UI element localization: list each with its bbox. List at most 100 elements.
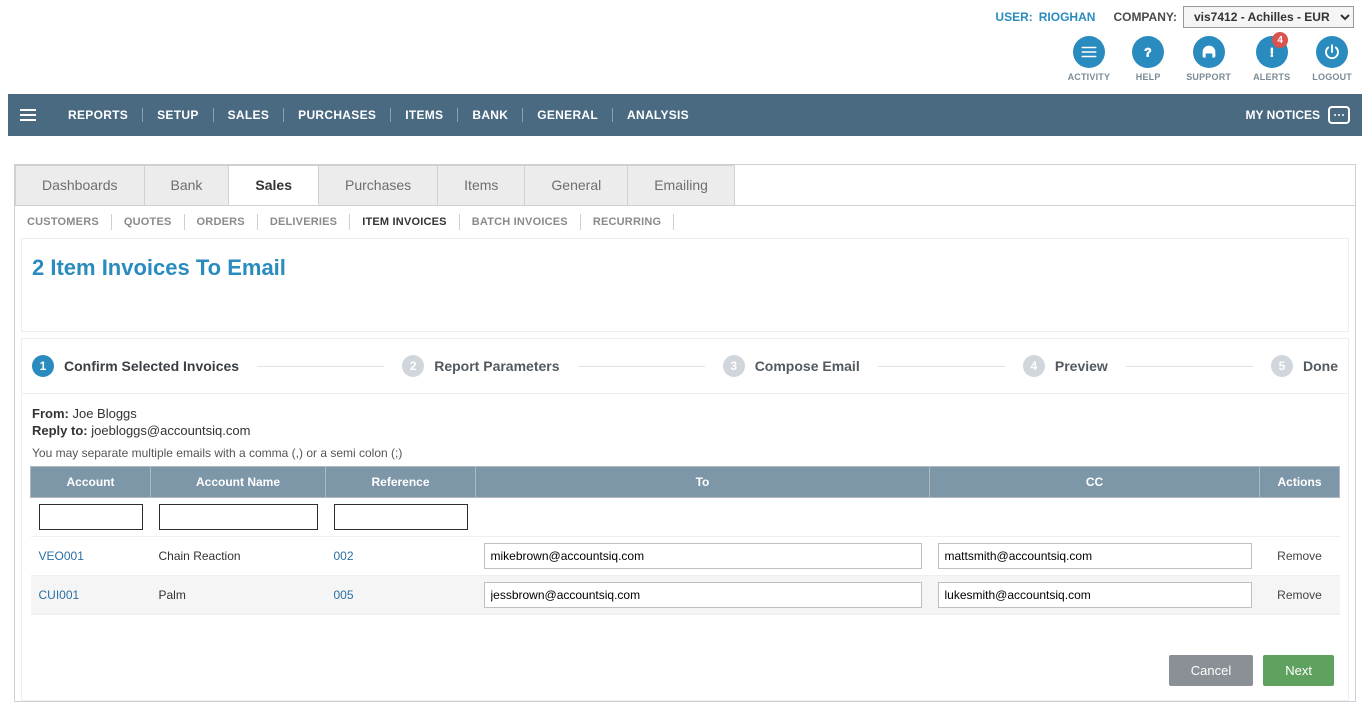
step-compose: 3 Compose Email (723, 355, 860, 377)
headset-icon (1193, 36, 1225, 68)
subnav-quotes[interactable]: QUOTES (112, 214, 185, 230)
step-preview: 4 Preview (1023, 355, 1108, 377)
subnav-customers[interactable]: CUSTOMERS (23, 214, 112, 230)
filter-account-name[interactable] (159, 504, 318, 530)
nav-general[interactable]: GENERAL (523, 108, 613, 122)
tab-sales[interactable]: Sales (228, 165, 319, 205)
logout-button[interactable]: LOGOUT (1312, 36, 1352, 82)
page-container: Dashboards Bank Sales Purchases Items Ge… (14, 164, 1356, 702)
support-button[interactable]: SUPPORT (1186, 36, 1231, 82)
help-button[interactable]: ? HELP (1132, 36, 1164, 82)
step-divider (878, 366, 1005, 367)
company-select[interactable]: vis7412 - Achilles - EUR (1183, 6, 1354, 28)
step-num-4: 4 (1023, 355, 1045, 377)
step-done: 5 Done (1271, 355, 1338, 377)
col-reference: Reference (326, 467, 476, 498)
nav-items[interactable]: ITEMS (391, 108, 458, 122)
step-label-2: Report Parameters (434, 358, 559, 374)
support-label: SUPPORT (1186, 72, 1231, 82)
invoice-table: Account Account Name Reference To CC Act… (30, 466, 1340, 615)
note-text: You may separate multiple emails with a … (32, 446, 1338, 460)
account-link[interactable]: CUI001 (39, 588, 80, 602)
account-name-cell: Chain Reaction (151, 537, 326, 576)
svg-text:!: ! (1270, 46, 1274, 60)
step-label-4: Preview (1055, 358, 1108, 374)
chat-icon (1328, 106, 1350, 124)
step-num-2: 2 (402, 355, 424, 377)
subnav-item-invoices[interactable]: ITEM INVOICES (350, 214, 460, 230)
nav-sales[interactable]: SALES (214, 108, 285, 122)
icon-toolbar: ACTIVITY ? HELP SUPPORT ! 4 ALERTS LOGOU… (0, 28, 1370, 94)
nav-bank[interactable]: BANK (458, 108, 523, 122)
step-num-1: 1 (32, 355, 54, 377)
from-value: Joe Bloggs (72, 406, 136, 421)
cc-input[interactable] (938, 582, 1252, 608)
nav-purchases[interactable]: PURCHASES (284, 108, 391, 122)
user-name: RIOGHAN (1039, 10, 1096, 24)
help-icon: ? (1132, 36, 1164, 68)
step-confirm: 1 Confirm Selected Invoices (32, 355, 239, 377)
reply-value: joebloggs@accountsiq.com (91, 423, 250, 438)
filter-account[interactable] (39, 504, 143, 530)
nav-analysis[interactable]: ANALYSIS (613, 108, 703, 122)
activity-label: ACTIVITY (1068, 72, 1111, 82)
details-block: From: Joe Bloggs Reply to: joebloggs@acc… (21, 394, 1349, 466)
user-label: USER: (995, 10, 1032, 24)
filter-reference[interactable] (334, 504, 468, 530)
table-row: CUI001 Palm 005 Remove (31, 576, 1340, 615)
page-title: 2 Item Invoices To Email (32, 255, 1338, 281)
to-input[interactable] (484, 582, 922, 608)
from-label: From: (32, 406, 69, 421)
step-num-5: 5 (1271, 355, 1293, 377)
menu-icon[interactable] (20, 109, 36, 121)
wizard-steps: 1 Confirm Selected Invoices 2 Report Par… (21, 338, 1349, 394)
nav-setup[interactable]: SETUP (143, 108, 214, 122)
subnav-deliveries[interactable]: DELIVERIES (258, 214, 350, 230)
action-row: Cancel Next (21, 615, 1349, 701)
svg-text:?: ? (1144, 46, 1151, 60)
tab-emailing[interactable]: Emailing (627, 165, 735, 205)
subnav-orders[interactable]: ORDERS (185, 214, 258, 230)
cancel-button[interactable]: Cancel (1169, 655, 1253, 686)
account-name-cell: Palm (151, 576, 326, 615)
subnav-recurring[interactable]: RECURRING (581, 214, 674, 230)
to-input[interactable] (484, 543, 922, 569)
activity-button[interactable]: ACTIVITY (1068, 36, 1111, 82)
alerts-button[interactable]: ! 4 ALERTS (1253, 36, 1290, 82)
col-account: Account (31, 467, 151, 498)
remove-link[interactable]: Remove (1277, 588, 1322, 602)
top-header: USER: RIOGHAN COMPANY: vis7412 - Achille… (0, 0, 1370, 28)
col-account-name: Account Name (151, 467, 326, 498)
tab-general[interactable]: General (524, 165, 628, 205)
tab-bank[interactable]: Bank (144, 165, 230, 205)
company-label: COMPANY: (1113, 10, 1177, 24)
my-notices-button[interactable]: MY NOTICES (1246, 106, 1350, 124)
col-actions: Actions (1260, 467, 1340, 498)
step-parameters: 2 Report Parameters (402, 355, 559, 377)
help-label: HELP (1136, 72, 1161, 82)
sub-nav: CUSTOMERS QUOTES ORDERS DELIVERIES ITEM … (15, 206, 1355, 238)
next-button[interactable]: Next (1263, 655, 1334, 686)
table-row: VEO001 Chain Reaction 002 Remove (31, 537, 1340, 576)
reference-link[interactable]: 002 (334, 549, 354, 563)
subnav-batch-invoices[interactable]: BATCH INVOICES (460, 214, 581, 230)
tab-dashboards[interactable]: Dashboards (15, 165, 145, 205)
account-link[interactable]: VEO001 (39, 549, 84, 563)
main-nav-items: REPORTS SETUP SALES PURCHASES ITEMS BANK… (54, 108, 1246, 122)
step-label-1: Confirm Selected Invoices (64, 358, 239, 374)
nav-reports[interactable]: REPORTS (54, 108, 143, 122)
filter-row (31, 498, 1340, 537)
cc-input[interactable] (938, 543, 1252, 569)
step-divider (578, 366, 705, 367)
my-notices-label: MY NOTICES (1246, 108, 1320, 122)
step-num-3: 3 (723, 355, 745, 377)
tab-purchases[interactable]: Purchases (318, 165, 438, 205)
remove-link[interactable]: Remove (1277, 549, 1322, 563)
step-divider (257, 366, 384, 367)
tab-row: Dashboards Bank Sales Purchases Items Ge… (15, 165, 1355, 205)
main-nav: REPORTS SETUP SALES PURCHASES ITEMS BANK… (8, 94, 1362, 136)
reference-link[interactable]: 005 (334, 588, 354, 602)
alerts-label: ALERTS (1253, 72, 1290, 82)
step-divider (1126, 366, 1253, 367)
tab-items[interactable]: Items (437, 165, 525, 205)
